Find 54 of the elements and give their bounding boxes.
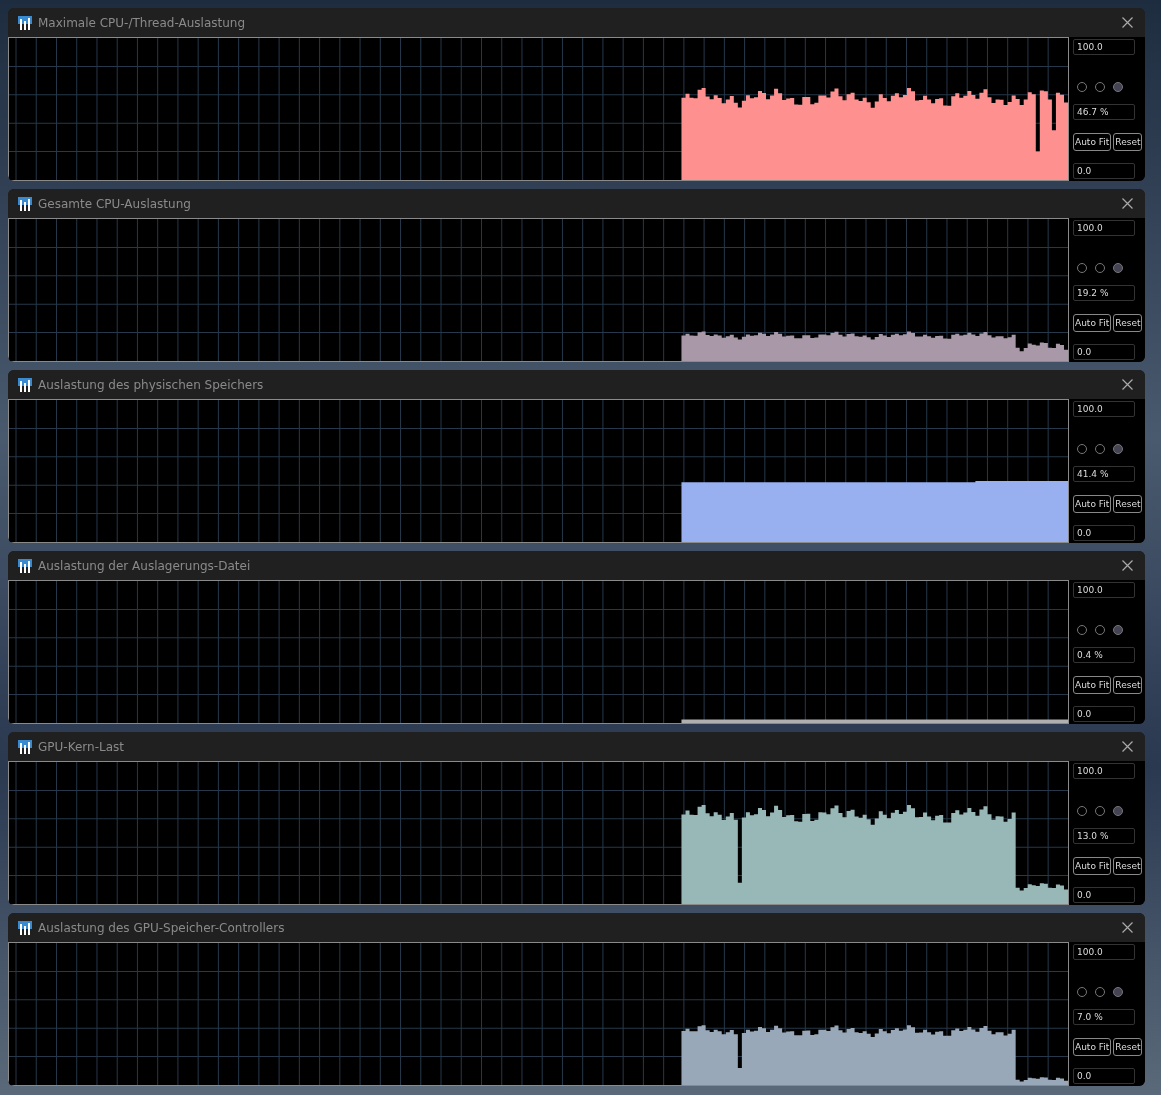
reset-button[interactable]: Reset (1113, 1037, 1143, 1056)
bar-chart-icon (18, 920, 32, 935)
max-value-field[interactable]: 100.0 (1073, 220, 1135, 236)
bar-chart-icon (18, 739, 32, 754)
close-icon (1121, 198, 1133, 209)
min-value-field[interactable]: 0.0 (1073, 1068, 1135, 1084)
close-icon (1121, 17, 1133, 28)
bar-chart-icon (18, 15, 32, 30)
close-icon (1121, 379, 1133, 390)
window-title: Auslastung des physischen Speichers (38, 377, 265, 392)
current-value-field: 46.7 % (1073, 104, 1135, 120)
bar-chart-icon (18, 558, 32, 573)
max-value-field[interactable]: 100.0 (1073, 39, 1135, 55)
reset-button[interactable]: Reset (1113, 494, 1143, 513)
window-title: Auslastung der Auslagerungs-Datei (38, 558, 252, 573)
bar-chart-icon (18, 377, 32, 392)
auto-fit-button[interactable]: Auto Fit (1073, 675, 1112, 694)
min-value-field[interactable]: 0.0 (1073, 706, 1135, 722)
auto-fit-button[interactable]: Auto Fit (1073, 1037, 1112, 1056)
max-value-field[interactable]: 100.0 (1073, 582, 1135, 598)
window-title: GPU-Kern-Last (38, 739, 125, 754)
max-value-field[interactable]: 100.0 (1073, 401, 1135, 417)
min-value-field[interactable]: 0.0 (1073, 344, 1135, 360)
radio-button[interactable] (1113, 81, 1123, 92)
bar-chart-icon (18, 196, 32, 211)
current-value-field: 0.4 % (1073, 647, 1135, 663)
reset-button[interactable]: Reset (1113, 313, 1143, 332)
reset-button[interactable]: Reset (1113, 132, 1143, 151)
min-value-field[interactable]: 0.0 (1073, 525, 1135, 541)
max-value-field[interactable]: 100.0 (1073, 944, 1135, 960)
current-value-field: 13.0 % (1073, 828, 1135, 844)
reset-button[interactable]: Reset (1113, 675, 1143, 694)
radio-button[interactable] (1113, 262, 1123, 273)
auto-fit-button[interactable]: Auto Fit (1073, 313, 1112, 332)
current-value-field: 7.0 % (1073, 1009, 1135, 1025)
current-value-field: 41.4 % (1073, 466, 1135, 482)
window-title: Auslastung des GPU-Speicher-Controllers (38, 920, 286, 935)
radio-button[interactable] (1113, 624, 1123, 635)
auto-fit-button[interactable]: Auto Fit (1073, 132, 1112, 151)
close-icon (1121, 741, 1133, 752)
radio-button[interactable] (1113, 986, 1123, 997)
min-value-field[interactable]: 0.0 (1073, 163, 1135, 179)
radio-button[interactable] (1113, 443, 1123, 454)
max-value-field[interactable]: 100.0 (1073, 763, 1135, 779)
min-value-field[interactable]: 0.0 (1073, 887, 1135, 903)
window-title: Gesamte CPU-Auslastung (38, 196, 192, 211)
current-value-field: 19.2 % (1073, 285, 1135, 301)
auto-fit-button[interactable]: Auto Fit (1073, 856, 1112, 875)
reset-button[interactable]: Reset (1113, 856, 1143, 875)
close-icon (1121, 560, 1133, 571)
close-icon (1121, 922, 1133, 933)
auto-fit-button[interactable]: Auto Fit (1073, 494, 1112, 513)
window-title: Maximale CPU-/Thread-Auslastung (38, 15, 247, 30)
radio-button[interactable] (1113, 805, 1123, 816)
